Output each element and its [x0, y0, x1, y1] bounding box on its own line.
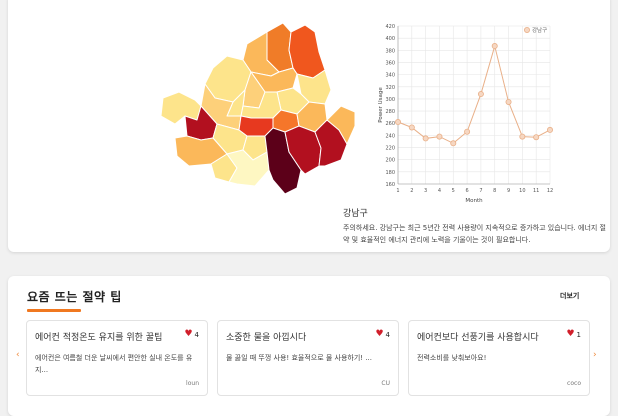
- legend-marker: [523, 27, 530, 33]
- x-tick-label: 7: [479, 188, 482, 194]
- heart-icon: ♥: [375, 329, 384, 339]
- x-tick-label: 11: [533, 188, 539, 194]
- x-tick-label: 3: [424, 188, 427, 194]
- tip-card[interactable]: 소중한 물을 아낍시다 ♥ 4 물 끓일 때 뚜껑 사용! 효율적으로 물 사용…: [217, 320, 399, 396]
- y-tick-label: 400: [385, 36, 395, 42]
- like-count[interactable]: ♥ 1: [566, 330, 581, 339]
- like-count[interactable]: ♥ 4: [184, 330, 199, 339]
- y-tick-label: 240: [385, 133, 395, 139]
- y-tick-label: 420: [385, 24, 395, 30]
- x-tick-label: 4: [438, 188, 441, 194]
- tip-author: coco: [567, 380, 581, 387]
- y-tick-label: 320: [385, 85, 395, 91]
- data-point: [464, 128, 471, 135]
- data-point: [505, 98, 512, 105]
- like-count[interactable]: ♥ 4: [375, 330, 390, 339]
- data-point: [408, 124, 415, 131]
- tip-title: 에어컨보다 선풍기를 사용합시다: [417, 333, 539, 343]
- y-tick-label: 360: [385, 60, 395, 66]
- tip-title: 소중한 물을 아낍시다: [226, 333, 307, 343]
- x-tick-label: 9: [507, 188, 510, 194]
- seoul-map: [155, 20, 360, 195]
- series-line: [397, 44, 551, 144]
- data-point: [394, 119, 401, 126]
- data-point: [477, 91, 484, 98]
- y-tick-label: 300: [385, 97, 395, 103]
- district-description: 주의하세요. 강남구는 최근 5년간 전력 사용량이 지속적으로 증가하고 있습…: [343, 224, 606, 244]
- x-tick-label: 2: [410, 188, 413, 194]
- power-usage-chart: 160 180 200 220 240 260 280 300 320 340 360 380 400 4…: [370, 20, 560, 210]
- data-point: [546, 126, 553, 133]
- tip-author: CU: [381, 380, 390, 387]
- y-tick-label: 200: [385, 158, 395, 164]
- tip-body: 물 끓일 때 뚜껑 사용! 효율적으로 물 사용하기! ...: [226, 354, 373, 362]
- x-tick-label: 12: [547, 188, 553, 194]
- title-underline: [27, 309, 81, 312]
- tip-card[interactable]: 에어컨 적정온도 유지를 위한 꿀팁 ♥ 4 에어컨은 여름철 더운 날씨에서 …: [26, 320, 208, 396]
- tips-section-title: 요즘 뜨는 절약 팁: [27, 290, 122, 304]
- y-tick-label: 160: [385, 182, 395, 188]
- like-number: 1: [576, 330, 581, 339]
- data-point: [422, 135, 429, 142]
- y-tick-label: 280: [385, 109, 395, 115]
- heart-icon: ♥: [566, 329, 575, 339]
- data-point: [436, 133, 443, 140]
- like-number: 4: [385, 330, 390, 339]
- y-axis-label: Power Usage: [378, 87, 384, 123]
- y-tick-label: 180: [385, 170, 395, 176]
- tip-body: 전력소비를 낮춰보아요!: [417, 354, 487, 362]
- y-tick-label: 380: [385, 48, 395, 54]
- prev-arrow-icon[interactable]: ‹: [16, 350, 20, 360]
- tip-body: 에어컨은 여름철 더운 날씨에서 편안한 실내 온도를 유지...: [35, 354, 193, 374]
- heart-icon: ♥: [184, 329, 193, 339]
- district-name: 강남구: [343, 209, 368, 219]
- y-tick-label: 340: [385, 73, 395, 79]
- like-number: 4: [194, 330, 199, 339]
- data-point: [450, 140, 457, 147]
- x-tick-label: 6: [465, 188, 468, 194]
- next-arrow-icon[interactable]: ›: [593, 350, 597, 360]
- data-point: [491, 43, 498, 50]
- more-link[interactable]: 더보기: [560, 291, 579, 301]
- tip-card[interactable]: 에어컨보다 선풍기를 사용합시다 ♥ 1 전력소비를 낮춰보아요! coco: [408, 320, 590, 396]
- tip-author: loun: [186, 380, 199, 387]
- x-axis-label: Month: [465, 198, 483, 204]
- x-tick-label: 5: [452, 188, 455, 194]
- x-tick-label: 10: [519, 188, 525, 194]
- legend-label: 강남구: [532, 26, 547, 34]
- y-tick-label: 220: [385, 146, 395, 152]
- data-point: [533, 134, 540, 141]
- y-tick-label: 260: [385, 121, 395, 127]
- x-tick-label: 1: [396, 188, 399, 194]
- tip-title: 에어컨 적정온도 유지를 위한 꿀팁: [35, 333, 163, 343]
- x-tick-label: 8: [493, 188, 496, 194]
- data-point: [519, 133, 526, 140]
